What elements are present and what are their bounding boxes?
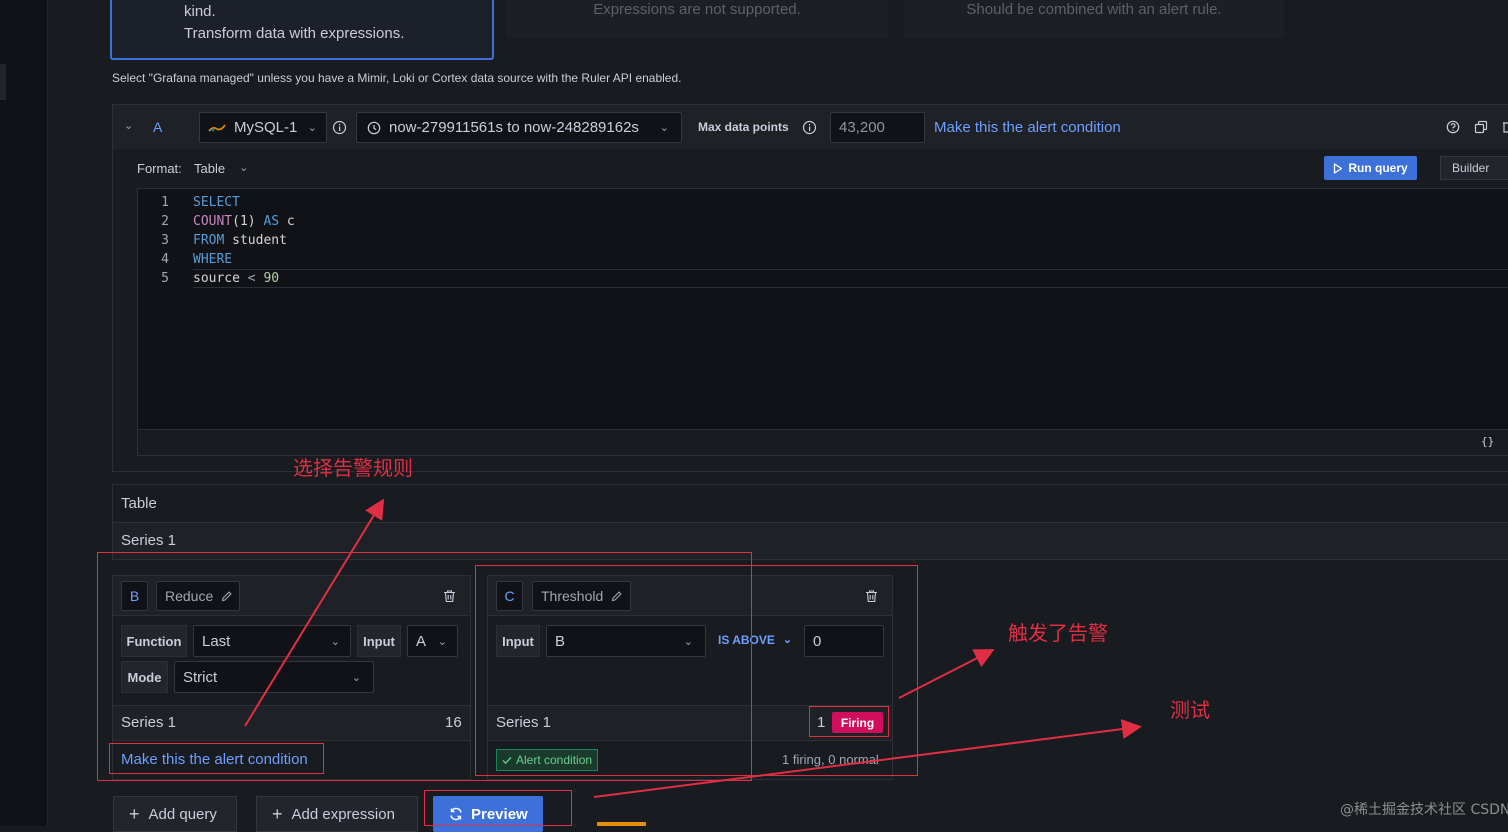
annotation-test: 测试 [1170, 698, 1210, 722]
watermark: @稀土掘金技术社区 CSDN @虚无境 [1340, 802, 1508, 818]
annotation-alert-triggered: 触发了告警 [1008, 621, 1108, 645]
annotation-arrows [244, 498, 1142, 798]
annotation-select-rule: 选择告警规则 [293, 456, 413, 480]
